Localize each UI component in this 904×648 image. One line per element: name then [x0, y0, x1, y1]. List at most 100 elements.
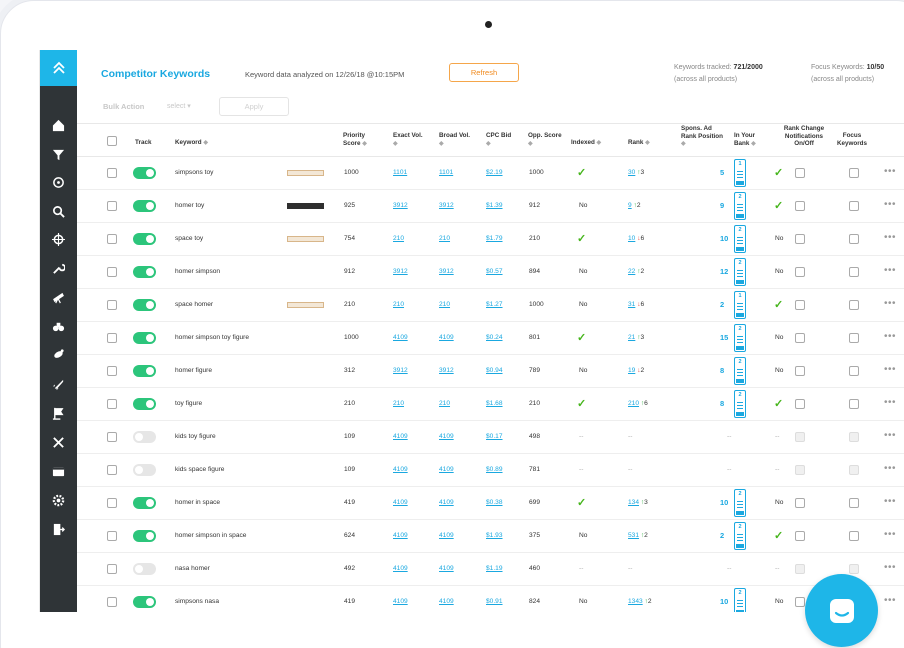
search-icon[interactable] [40, 199, 77, 223]
target-icon[interactable] [40, 170, 77, 194]
row-checkbox[interactable] [107, 399, 117, 409]
focus-keyword-checkbox[interactable] [849, 234, 859, 244]
cpc-bid-link[interactable]: $0.94 [486, 367, 503, 374]
exact-volume-link[interactable]: 210 [393, 400, 404, 407]
rank-change-checkbox[interactable] [795, 201, 805, 211]
more-options-icon[interactable]: ••• [884, 595, 896, 606]
more-options-icon[interactable]: ••• [884, 232, 896, 243]
broad-volume-link[interactable]: 210 [439, 301, 450, 308]
cpc-bid-link[interactable]: $0.17 [486, 433, 503, 440]
more-options-icon[interactable]: ••• [884, 463, 896, 474]
cpc-bid-link[interactable]: $1.39 [486, 202, 503, 209]
tools-icon[interactable] [40, 430, 77, 454]
rank-change-checkbox[interactable] [795, 333, 805, 343]
cpc-bid-link[interactable]: $1.79 [486, 235, 503, 242]
exact-volume-link[interactable]: 4109 [393, 499, 408, 506]
row-checkbox[interactable] [107, 498, 117, 508]
track-toggle[interactable] [133, 365, 156, 377]
cpc-bid-link[interactable]: $0.38 [486, 499, 503, 506]
th-opp[interactable]: Opp. Score ◆ [528, 132, 564, 148]
wallet-icon[interactable] [40, 459, 77, 483]
broad-volume-link[interactable]: 4109 [439, 532, 454, 539]
focus-keyword-checkbox[interactable] [849, 333, 859, 343]
more-options-icon[interactable]: ••• [884, 166, 896, 177]
more-options-icon[interactable]: ••• [884, 364, 896, 375]
exact-volume-link[interactable]: 210 [393, 301, 404, 308]
rank-link[interactable]: 1343 [628, 598, 643, 605]
track-toggle[interactable] [133, 596, 156, 608]
th-rank[interactable]: Rank ◆ [628, 139, 650, 148]
rank-change-checkbox[interactable] [795, 498, 805, 508]
cpc-bid-link[interactable]: $0.91 [486, 598, 503, 605]
telescope-icon[interactable] [40, 285, 77, 309]
select-all-checkbox[interactable] [107, 136, 117, 146]
more-options-icon[interactable]: ••• [884, 199, 896, 210]
broad-volume-link[interactable]: 1101 [439, 169, 453, 176]
rank-change-checkbox[interactable] [795, 465, 805, 475]
exact-volume-link[interactable]: 4109 [393, 532, 408, 539]
th-indexed[interactable]: Indexed ◆ [571, 139, 601, 148]
wrench-icon[interactable] [40, 256, 77, 280]
rank-link[interactable]: 134 [628, 499, 639, 506]
rank-link[interactable]: 9 [628, 202, 632, 209]
rank-change-checkbox[interactable] [795, 531, 805, 541]
row-checkbox[interactable] [107, 531, 117, 541]
home-icon[interactable] [40, 113, 77, 137]
more-options-icon[interactable]: ••• [884, 331, 896, 342]
broad-volume-link[interactable]: 4109 [439, 466, 454, 473]
exact-volume-link[interactable]: 1101 [393, 169, 407, 176]
th-exact[interactable]: Exact Vol. ◆ [393, 132, 425, 148]
broad-volume-link[interactable]: 3912 [439, 367, 454, 374]
more-options-icon[interactable]: ••• [884, 430, 896, 441]
rank-link[interactable]: 19 [628, 367, 635, 374]
focus-keyword-checkbox[interactable] [849, 399, 859, 409]
more-options-icon[interactable]: ••• [884, 298, 896, 309]
more-options-icon[interactable]: ••• [884, 265, 896, 276]
cpc-bid-link[interactable]: $1.68 [486, 400, 503, 407]
broad-volume-link[interactable]: 4109 [439, 334, 454, 341]
track-toggle[interactable] [133, 497, 156, 509]
rank-link[interactable]: 21 [628, 334, 635, 341]
broad-volume-link[interactable]: 4109 [439, 499, 454, 506]
apply-button[interactable]: Apply [219, 97, 289, 116]
row-checkbox[interactable] [107, 432, 117, 442]
rank-change-checkbox[interactable] [795, 432, 805, 442]
exact-volume-link[interactable]: 4109 [393, 334, 408, 341]
cpc-bid-link[interactable]: $0.24 [486, 334, 503, 341]
track-toggle[interactable] [133, 530, 156, 542]
cpc-bid-link[interactable]: $1.93 [486, 532, 503, 539]
refresh-button[interactable]: Refresh [449, 63, 519, 82]
broad-volume-link[interactable]: 3912 [439, 268, 454, 275]
track-toggle[interactable] [133, 200, 156, 212]
flag-icon[interactable] [40, 401, 77, 425]
rank-change-checkbox[interactable] [795, 564, 805, 574]
row-checkbox[interactable] [107, 201, 117, 211]
broad-volume-link[interactable]: 210 [439, 235, 450, 242]
track-toggle[interactable] [133, 464, 156, 476]
more-options-icon[interactable]: ••• [884, 496, 896, 507]
gear-icon[interactable] [40, 488, 77, 512]
row-checkbox[interactable] [107, 564, 117, 574]
cpc-bid-link[interactable]: $1.19 [486, 565, 503, 572]
row-checkbox[interactable] [107, 465, 117, 475]
focus-keyword-checkbox[interactable] [849, 168, 859, 178]
broad-volume-link[interactable]: 210 [439, 400, 450, 407]
rank-change-checkbox[interactable] [795, 234, 805, 244]
track-toggle[interactable] [133, 332, 156, 344]
focus-keyword-checkbox[interactable] [849, 201, 859, 211]
focus-keyword-checkbox[interactable] [849, 300, 859, 310]
focus-keyword-checkbox[interactable] [849, 465, 859, 475]
exact-volume-link[interactable]: 4109 [393, 565, 408, 572]
th-priority[interactable]: Priority Score ◆ [343, 132, 383, 148]
cpc-bid-link[interactable]: $1.27 [486, 301, 503, 308]
rank-link[interactable]: 30 [628, 169, 635, 176]
broad-volume-link[interactable]: 4109 [439, 433, 454, 440]
rank-change-checkbox[interactable] [795, 399, 805, 409]
exact-volume-link[interactable]: 3912 [393, 268, 408, 275]
rank-change-checkbox[interactable] [795, 168, 805, 178]
broad-volume-link[interactable]: 3912 [439, 202, 454, 209]
rank-change-checkbox[interactable] [795, 597, 805, 607]
cpc-bid-link[interactable]: $0.57 [486, 268, 503, 275]
row-checkbox[interactable] [107, 366, 117, 376]
exact-volume-link[interactable]: 4109 [393, 433, 408, 440]
